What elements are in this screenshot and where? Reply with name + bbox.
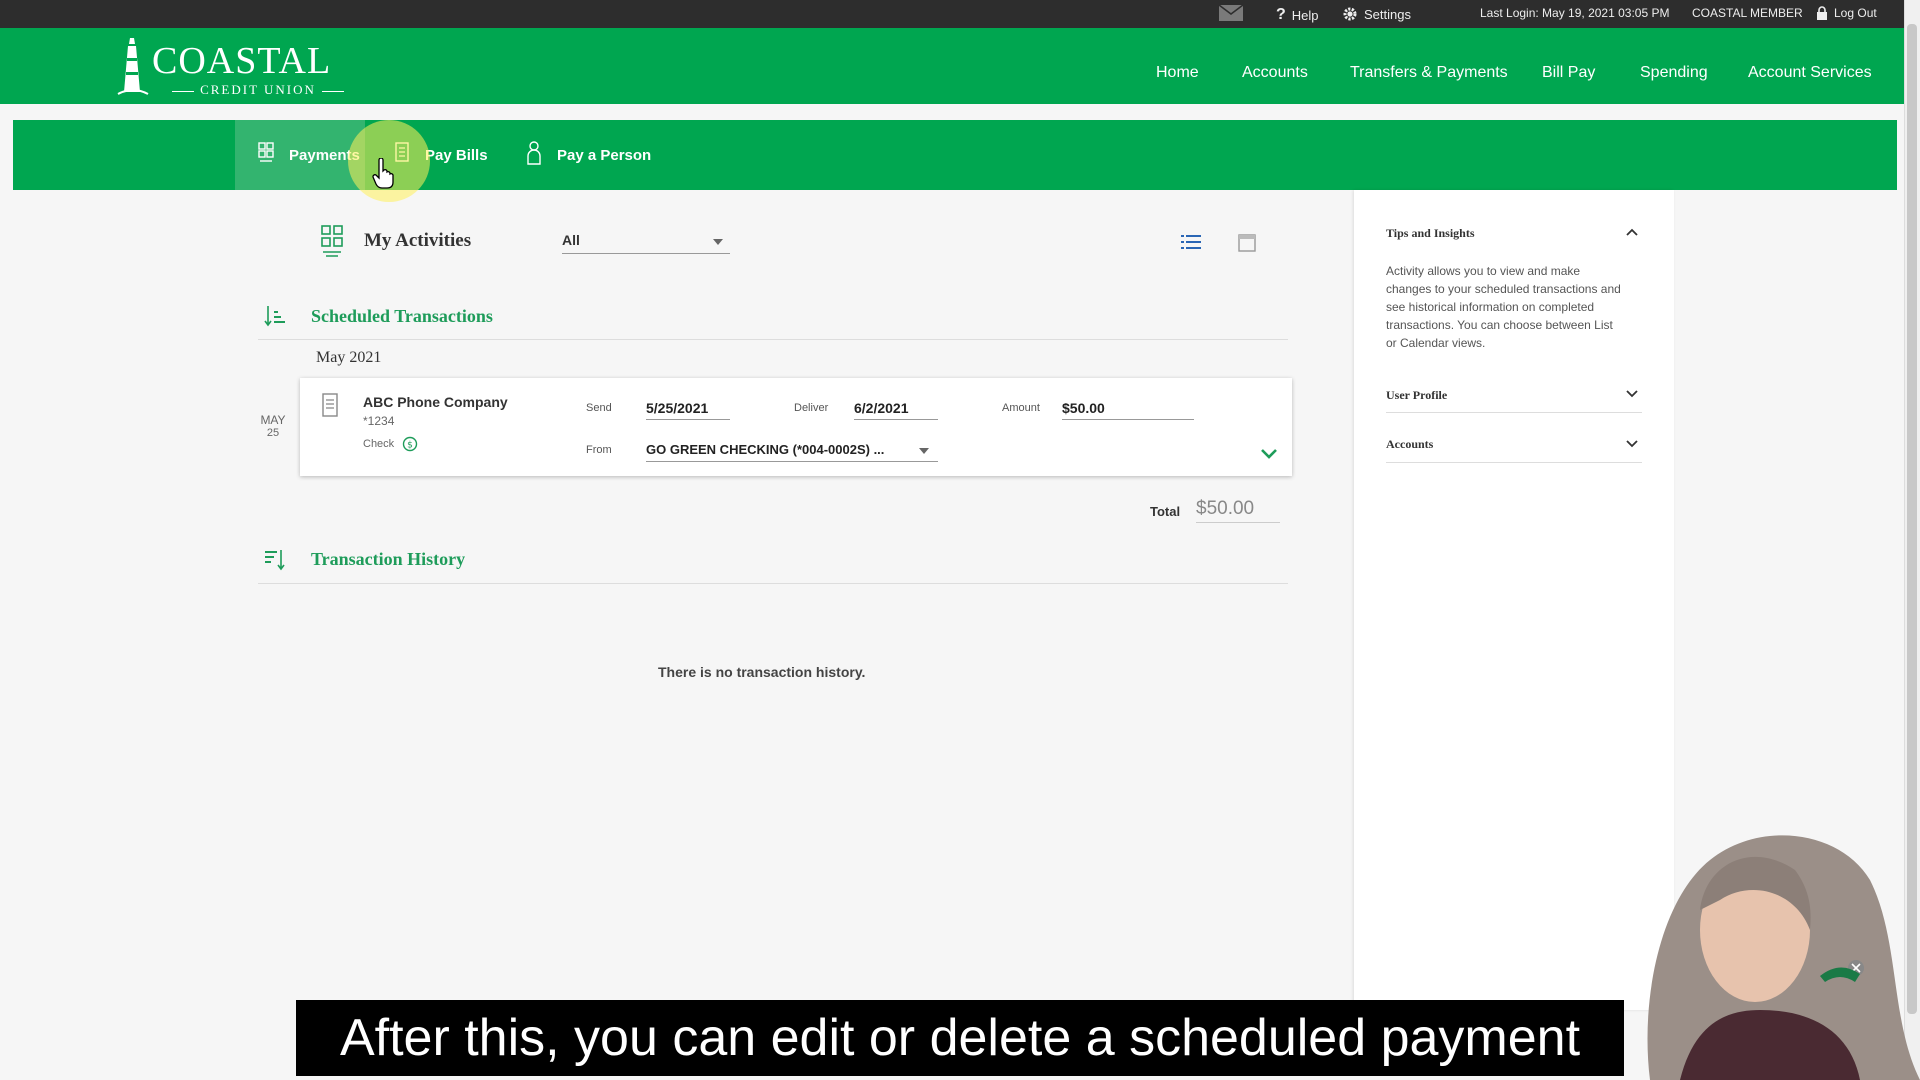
- mail-icon[interactable]: [1218, 4, 1244, 22]
- subnav-pay-bills-label: Pay Bills: [425, 146, 488, 164]
- subnav-pay-person-label: Pay a Person: [557, 146, 652, 164]
- send-label: Send: [586, 402, 612, 414]
- activity-filter-select[interactable]: All: [562, 232, 730, 254]
- settings-link[interactable]: Settings: [1342, 6, 1411, 22]
- lighthouse-icon: [117, 38, 149, 95]
- tips-title[interactable]: Tips and Insights: [1386, 226, 1475, 241]
- accordion-divider: [1386, 412, 1642, 413]
- transaction-history-title: Transaction History: [311, 549, 466, 569]
- total-amount: $50.00: [1196, 498, 1280, 523]
- logout-label: Log Out: [1834, 6, 1877, 20]
- check-method-icon: $: [402, 436, 418, 452]
- accounts-accordion[interactable]: Accounts: [1386, 437, 1433, 452]
- coastal-logo[interactable]: COASTAL CREDIT UNION: [116, 36, 336, 100]
- lock-icon: [1816, 6, 1828, 20]
- nav-home[interactable]: Home: [1156, 64, 1199, 82]
- chevron-up-icon[interactable]: [1626, 228, 1638, 236]
- send-date-field[interactable]: 5/25/2021: [646, 400, 730, 420]
- utility-bar: ? Help Settings Last Login: May 19, 2021…: [0, 0, 1904, 28]
- sort-descending-icon: [264, 306, 285, 327]
- activity-grid-icon: [257, 141, 275, 169]
- subnav-bar: Payments Pay Bills Pay a Person: [13, 120, 1897, 190]
- from-account-value: GO GREEN CHECKING (*004-0002S) ...: [646, 442, 885, 457]
- amount-field[interactable]: $50.00: [1062, 400, 1194, 420]
- nav-bill-pay[interactable]: Bill Pay: [1542, 64, 1595, 82]
- dropdown-caret-icon: [919, 448, 929, 454]
- nav-account-services[interactable]: Account Services: [1748, 64, 1872, 82]
- hand-cursor-icon: [372, 158, 394, 189]
- deliver-date-field[interactable]: 6/2/2021: [854, 400, 938, 420]
- activity-filter-value: All: [562, 232, 580, 248]
- nav-spending[interactable]: Spending: [1640, 64, 1708, 82]
- bill-icon: [322, 393, 338, 417]
- help-label: Help: [1291, 7, 1319, 23]
- from-label: From: [586, 444, 612, 456]
- date-day: 25: [266, 427, 280, 439]
- accordion-divider: [1386, 462, 1642, 463]
- chevron-down-icon[interactable]: [1626, 390, 1638, 398]
- payment-method: Check: [363, 438, 395, 450]
- calendar-view-icon[interactable]: [1238, 232, 1256, 252]
- from-account-select[interactable]: GO GREEN CHECKING (*004-0002S) ...: [646, 442, 938, 462]
- transaction-date: MAY 25: [258, 413, 288, 439]
- person-icon: [525, 140, 543, 170]
- amount-label: Amount: [1002, 402, 1040, 414]
- payee-account-mask: *1234: [363, 414, 395, 428]
- brand-name: COASTAL: [152, 40, 332, 82]
- nav-accounts[interactable]: Accounts: [1242, 64, 1308, 82]
- settings-label: Settings: [1364, 6, 1411, 22]
- total-label: Total: [1150, 504, 1181, 519]
- last-login: Last Login: May 19, 2021 03:05 PM: [1480, 6, 1670, 20]
- scheduled-payment-card[interactable]: ABC Phone Company *1234 Check $ Send 5/2…: [300, 378, 1292, 476]
- payee-name: ABC Phone Company: [363, 394, 508, 410]
- video-caption: After this, you can edit or delete a sch…: [296, 1000, 1624, 1076]
- gear-icon: [1342, 6, 1358, 22]
- help-icon: ?: [1276, 6, 1286, 23]
- activities-icon: [321, 225, 343, 257]
- help-link[interactable]: ? Help: [1276, 6, 1319, 24]
- chevron-down-icon[interactable]: [1626, 440, 1638, 448]
- date-month: MAY: [260, 413, 286, 427]
- member-name: COASTAL MEMBER: [1692, 6, 1803, 20]
- nav-transfers-payments[interactable]: Transfers & Payments: [1350, 64, 1508, 82]
- empty-history-message: There is no transaction history.: [658, 664, 866, 680]
- section-divider: [258, 339, 1288, 340]
- page-title: My Activities: [364, 230, 472, 251]
- scheduled-transactions-title: Scheduled Transactions: [311, 306, 493, 326]
- month-heading: May 2021: [316, 349, 382, 366]
- tips-text: Activity allows you to view and make cha…: [1386, 264, 1621, 350]
- section-divider: [258, 583, 1288, 584]
- deliver-label: Deliver: [794, 402, 829, 414]
- dropdown-caret-icon: [713, 239, 723, 245]
- svg-text:$: $: [407, 441, 413, 451]
- user-profile-accordion[interactable]: User Profile: [1386, 388, 1447, 403]
- brand-subtitle: CREDIT UNION: [152, 82, 364, 98]
- sort-ascending-icon: [265, 550, 285, 571]
- subnav-pay-person[interactable]: Pay a Person: [525, 120, 651, 190]
- chevron-down-icon[interactable]: [1260, 448, 1278, 460]
- logout-link[interactable]: Log Out: [1816, 6, 1877, 20]
- subnav-payments[interactable]: Payments: [257, 120, 360, 190]
- list-view-icon[interactable]: [1180, 234, 1202, 250]
